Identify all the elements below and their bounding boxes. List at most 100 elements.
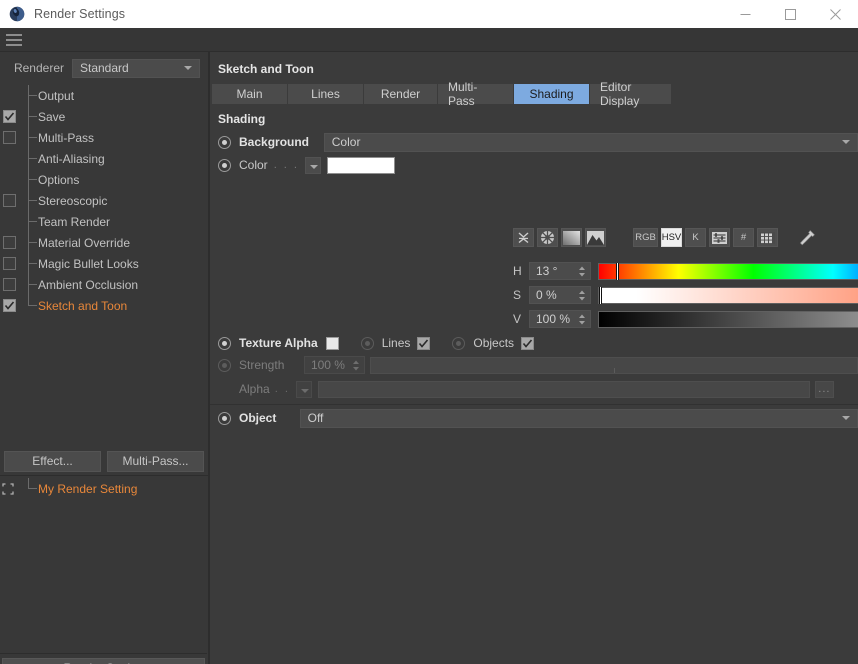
alpha-field[interactable] xyxy=(317,380,810,398)
slider-handle[interactable] xyxy=(615,262,619,280)
tree-item-checkbox[interactable] xyxy=(3,236,16,249)
alpha-label: Alpha xyxy=(239,382,270,396)
right-panel: Sketch and Toon Main Lines Render Multi-Pas… xyxy=(210,52,858,664)
footer-inner: Render Setting xyxy=(0,653,207,664)
tree-item-stereoscopic[interactable]: Stereoscopic xyxy=(0,190,208,211)
multi-pass-button[interactable]: Multi-Pass... xyxy=(107,450,204,472)
tree-item-anti-aliasing[interactable]: Anti-Aliasing xyxy=(0,148,208,169)
spinner-icon[interactable] xyxy=(578,313,586,326)
lines-checkbox[interactable] xyxy=(417,336,431,350)
color-mode-toolbar: RGB HSV K # xyxy=(513,228,821,247)
tree-item-checkbox[interactable] xyxy=(3,299,16,312)
swatches-icon[interactable] xyxy=(757,228,778,247)
tab-editor-display[interactable]: Editor Display xyxy=(590,80,672,108)
tab-main[interactable]: Main xyxy=(212,84,288,104)
background-value: Color xyxy=(331,135,361,149)
tree-item-magic-bullet-looks[interactable]: Magic Bullet Looks xyxy=(0,253,208,274)
minimize-button[interactable] xyxy=(723,0,768,28)
hsv-h-input[interactable]: 13 ° xyxy=(529,262,591,280)
renderer-value: Standard xyxy=(80,61,129,75)
collapse-expand-icon[interactable] xyxy=(513,228,534,247)
tab-multi-pass[interactable]: Multi-Pass xyxy=(438,80,514,108)
hamburger-menu-icon[interactable] xyxy=(4,31,24,49)
tree-item-team-render[interactable]: Team Render xyxy=(0,211,208,232)
lines-radio[interactable] xyxy=(360,336,374,350)
background-dropdown[interactable]: Color xyxy=(323,132,858,152)
chevron-down-icon xyxy=(842,416,850,420)
tree-item-label: Save xyxy=(38,109,66,124)
tree-item-checkbox[interactable] xyxy=(3,278,16,291)
hsv-row-h: H 13 ° xyxy=(513,261,858,281)
tree-item-checkbox[interactable] xyxy=(3,131,16,144)
tree-item-options[interactable]: Options xyxy=(0,169,208,190)
color-wheel-icon[interactable] xyxy=(537,228,558,247)
tree-item-sketch-and-toon[interactable]: Sketch and Toon xyxy=(0,295,208,316)
strength-label: Strength xyxy=(239,358,285,372)
alpha-browse-button[interactable]: ... xyxy=(814,380,834,398)
objects-checkbox[interactable] xyxy=(521,336,535,350)
tree-item-save[interactable]: Save xyxy=(0,106,208,127)
hsv-h-label: H xyxy=(513,264,522,278)
tree-item-checkbox[interactable] xyxy=(3,194,16,207)
hex-mode-button[interactable]: # xyxy=(733,228,754,247)
texture-alpha-checkbox[interactable] xyxy=(325,336,339,350)
tab-label: Multi-Pass xyxy=(448,80,478,108)
effect-button[interactable]: Effect... xyxy=(4,450,101,472)
object-label: Object xyxy=(239,411,277,425)
hsv-v-slider[interactable] xyxy=(598,310,858,328)
renderer-dropdown[interactable]: Standard xyxy=(72,58,200,78)
spinner-icon[interactable] xyxy=(578,265,586,278)
tree-branch xyxy=(28,106,38,127)
texture-alpha-label: Texture Alpha xyxy=(239,336,318,350)
left-panel: Renderer Standard Output Save Multi-Pass An… xyxy=(0,52,208,664)
hsv-s-input[interactable]: 0 % xyxy=(529,286,591,304)
left-panel-buttons: Effect... Multi-Pass... xyxy=(0,448,208,474)
kelvin-mode-button[interactable]: K xyxy=(685,228,706,247)
slider-handle[interactable] xyxy=(599,286,602,304)
object-radio[interactable] xyxy=(218,411,231,425)
mixer-icon[interactable] xyxy=(709,228,730,247)
strength-input[interactable]: 100 % xyxy=(303,356,365,374)
color-mode-dropdown[interactable] xyxy=(304,156,321,174)
hsv-s-value: 0 % xyxy=(536,288,557,302)
hsv-mode-button[interactable]: HSV xyxy=(661,228,682,247)
tree-item-label: Output xyxy=(38,88,75,103)
tree-item-checkbox[interactable] xyxy=(3,110,16,123)
tree-item-label: Sketch and Toon xyxy=(38,298,128,313)
alpha-row: Alpha . . ... xyxy=(218,378,858,400)
eyedropper-icon[interactable] xyxy=(797,228,818,247)
tree-item-output[interactable]: Output xyxy=(0,85,208,106)
background-radio[interactable] xyxy=(218,135,231,149)
image-icon[interactable] xyxy=(585,228,606,247)
chevron-down-icon xyxy=(842,140,850,144)
hsv-v-input[interactable]: 100 % xyxy=(529,310,591,328)
hsv-s-slider[interactable] xyxy=(598,286,858,304)
render-setting-button[interactable]: Render Setting xyxy=(2,658,205,664)
gradient-icon[interactable] xyxy=(561,228,582,247)
object-dropdown[interactable]: Off xyxy=(299,408,858,428)
color-radio[interactable] xyxy=(218,158,231,172)
tab-lines[interactable]: Lines xyxy=(288,84,364,104)
tab-render[interactable]: Render xyxy=(364,84,438,104)
maximize-button[interactable] xyxy=(768,0,813,28)
tree-item-label: Team Render xyxy=(38,214,111,229)
hsv-v-label: V xyxy=(513,312,522,326)
tree-item-ambient-occlusion[interactable]: Ambient Occlusion xyxy=(0,274,208,295)
tree-item-checkbox[interactable] xyxy=(3,257,16,270)
list-item-my-render-setting[interactable]: My Render Setting xyxy=(0,478,208,499)
tree-item-material-override[interactable]: Material Override xyxy=(0,232,208,253)
objects-radio[interactable] xyxy=(452,336,466,350)
strength-slider[interactable] xyxy=(369,356,858,374)
texture-alpha-radio[interactable] xyxy=(218,336,231,350)
close-button[interactable] xyxy=(813,0,858,28)
hsv-h-slider[interactable] xyxy=(598,262,858,280)
spinner-icon[interactable] xyxy=(578,289,586,302)
strength-radio[interactable] xyxy=(218,358,231,372)
strength-value: 100 % xyxy=(310,358,345,372)
tab-shading[interactable]: Shading xyxy=(514,84,590,104)
color-swatch[interactable] xyxy=(326,156,395,174)
tree-item-multi-pass[interactable]: Multi-Pass xyxy=(0,127,208,148)
rgb-mode-button[interactable]: RGB xyxy=(633,228,658,247)
alpha-mode-dropdown[interactable] xyxy=(295,380,312,398)
spinner-icon[interactable] xyxy=(352,359,360,372)
